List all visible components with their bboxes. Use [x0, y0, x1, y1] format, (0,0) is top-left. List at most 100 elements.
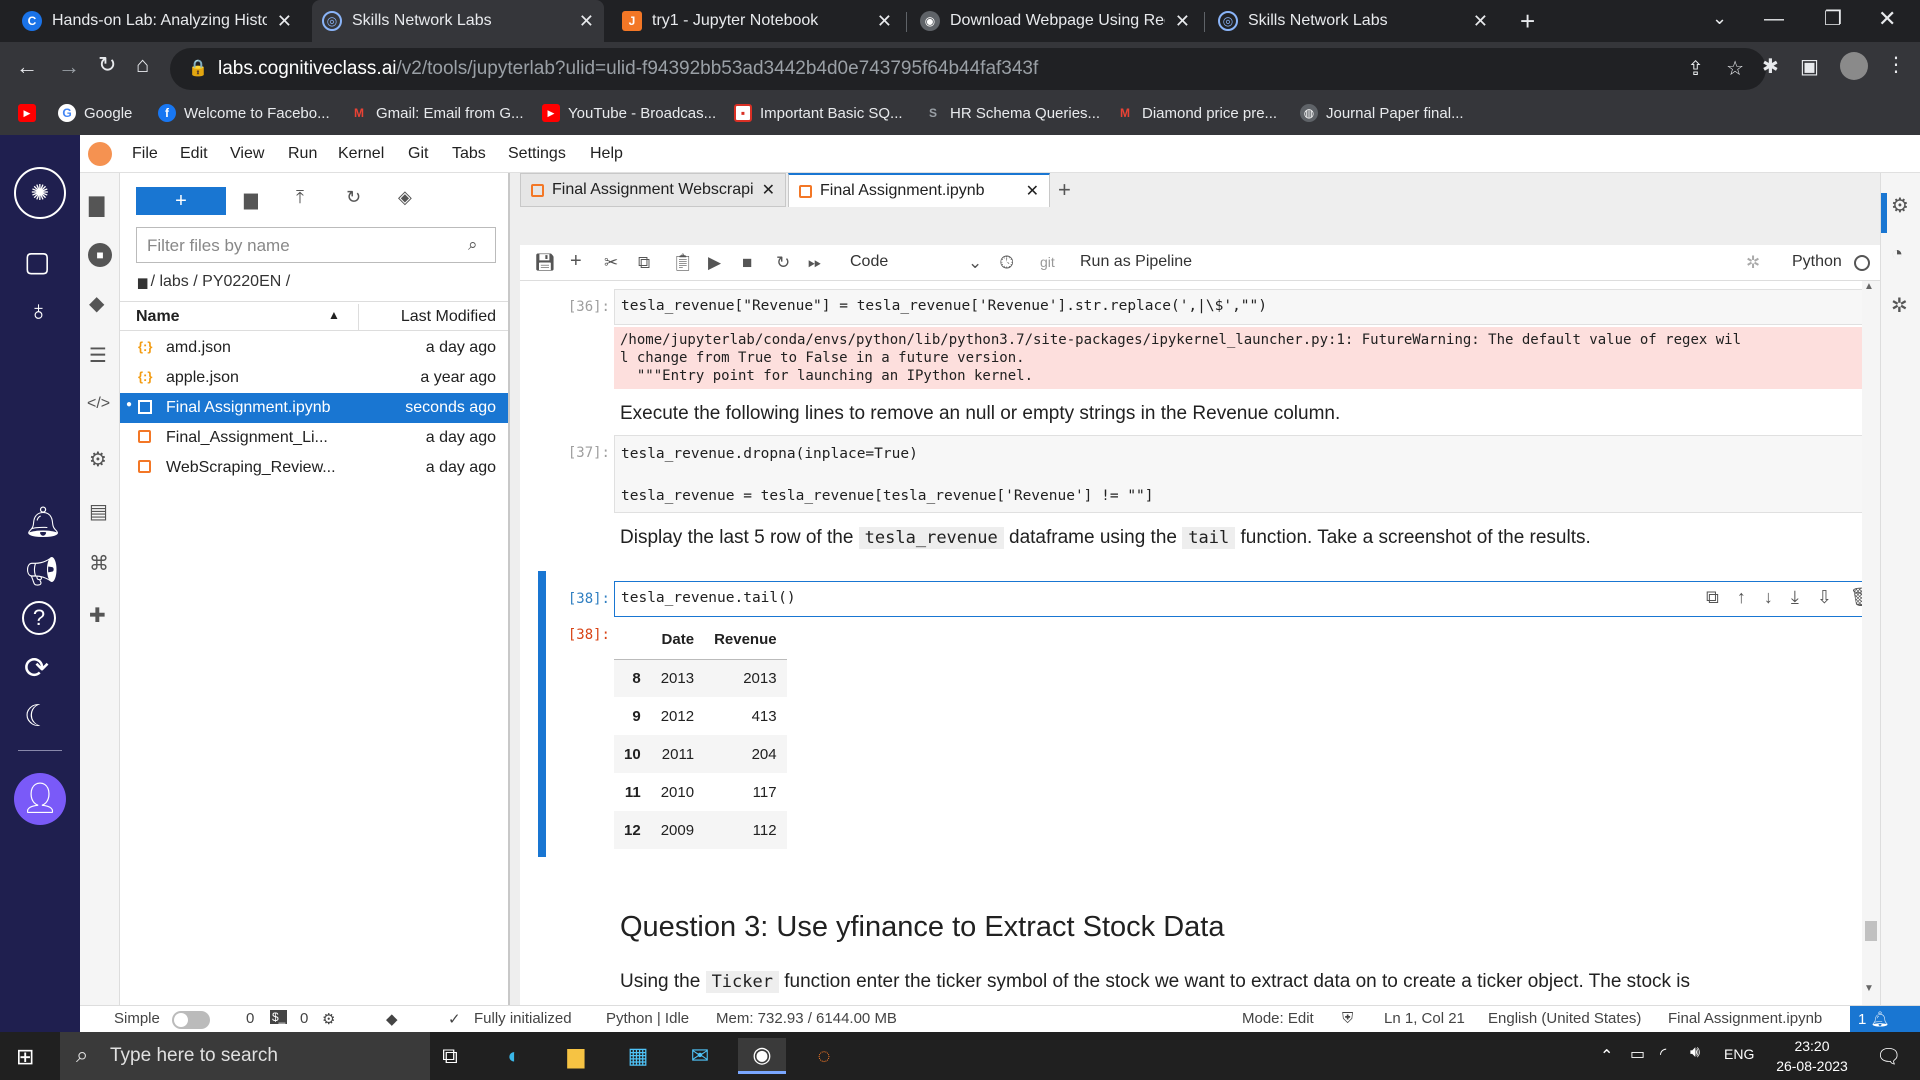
commands-icon[interactable]: ▤	[89, 499, 108, 524]
close-tab-icon[interactable]: ✕	[1175, 11, 1190, 32]
gauge-icon[interactable]: ◔	[1891, 243, 1903, 266]
address-bar[interactable]: 🔒 labs.cognitiveclass.ai/v2/tools/jupyte…	[170, 48, 1766, 90]
shield-icon[interactable]: ⛨	[1342, 1010, 1353, 1027]
stop-icon[interactable]: ■	[742, 253, 752, 273]
running-kernels-icon[interactable]: ■	[88, 243, 112, 267]
bookmark-youtube-broadcast[interactable]: ▶ YouTube - Broadcas...	[542, 104, 716, 122]
reload-icon[interactable]: ↻	[98, 52, 116, 78]
move-up-icon[interactable]: ↑	[1737, 587, 1746, 608]
bookmark-hr-schema[interactable]: S HR Schema Queries...	[924, 104, 1100, 122]
browser-tab-5[interactable]: ◎ Skills Network Labs ✕	[1208, 0, 1498, 42]
back-arrow-icon[interactable]: ←	[16, 54, 38, 80]
menu-git[interactable]: Git	[408, 145, 428, 163]
windows-start-icon[interactable]: ⊞	[16, 1044, 34, 1070]
table-of-contents-icon[interactable]: ☰	[89, 343, 107, 368]
browser-menu-icon[interactable]: ⋮	[1886, 52, 1906, 77]
close-tab-icon[interactable]: ✕	[1473, 11, 1488, 32]
bookmark-youtube[interactable]: ▶	[18, 104, 36, 122]
megaphone-icon[interactable]: 📢︎	[24, 555, 60, 588]
browser-tab-2[interactable]: ◎ Skills Network Labs ✕	[312, 0, 604, 42]
code-cell-37[interactable]: tesla_revenue.dropna(inplace=True) tesla_…	[614, 435, 1880, 513]
store-icon[interactable]: ▦	[614, 1038, 662, 1074]
terminal-count[interactable]: 0	[246, 1010, 254, 1027]
cursor-position[interactable]: Ln 1, Col 21	[1384, 1010, 1465, 1027]
side-panel-icon[interactable]: ▣	[1800, 54, 1819, 79]
file-row[interactable]: {:} apple.json a year ago	[120, 363, 508, 393]
run-as-pipeline-button[interactable]: Run as Pipeline	[1080, 253, 1192, 271]
spellcheck-language[interactable]: English (United States)	[1488, 1010, 1641, 1027]
folder-icon[interactable]: ▇	[89, 193, 104, 218]
bookmark-diamond[interactable]: M Diamond price pre...	[1116, 104, 1277, 122]
menu-settings[interactable]: Settings	[508, 145, 566, 163]
kernel-count[interactable]: 0	[300, 1010, 308, 1027]
file-row[interactable]: WebScraping_Review... a day ago	[120, 453, 508, 483]
upload-icon[interactable]: ⤒	[296, 187, 304, 208]
col-name[interactable]: Name	[136, 308, 180, 326]
puzzle-icon[interactable]: ✚	[89, 603, 106, 628]
file-row-selected[interactable]: ● Final Assignment.ipynb seconds ago	[120, 393, 508, 423]
restart-icon[interactable]: ↻	[776, 253, 790, 273]
menu-edit[interactable]: Edit	[180, 145, 208, 163]
git-status-icon[interactable]: ◆	[386, 1010, 398, 1028]
cell-type-select[interactable]: Code	[850, 253, 888, 271]
new-folder-icon[interactable]: ▆	[244, 189, 258, 210]
menu-kernel[interactable]: Kernel	[338, 145, 384, 163]
markdown-cell[interactable]: Using the Ticker function enter the tick…	[620, 971, 1690, 993]
tab-final-assignment-webscraping[interactable]: Final Assignment Webscrapi ✕	[520, 173, 786, 207]
help-icon[interactable]: ?	[22, 601, 56, 635]
home-icon[interactable]: ⌂	[136, 52, 149, 78]
menu-run[interactable]: Run	[288, 145, 317, 163]
bookmark-facebook[interactable]: f Welcome to Facebo...	[158, 104, 330, 122]
copy-icon[interactable]: ⧉	[638, 253, 650, 273]
duplicate-icon[interactable]: ⧉	[1706, 587, 1719, 608]
col-last-modified[interactable]: Last Modified	[401, 308, 496, 326]
maximize-button[interactable]: ❐	[1824, 6, 1842, 31]
cut-icon[interactable]: ✂	[604, 253, 618, 273]
chrome-icon[interactable]: ◉	[738, 1038, 786, 1074]
scroll-down-arrow-icon[interactable]: ▼	[1864, 983, 1874, 994]
browser-tab-4[interactable]: ◉ Download Webpage Using Requ ✕	[910, 0, 1200, 42]
moon-icon[interactable]: ☾	[24, 699, 51, 734]
clock[interactable]: 23:20 26-08-2023	[1770, 1036, 1854, 1076]
mail-icon[interactable]: ✉	[676, 1038, 724, 1074]
code-cell-38[interactable]: tesla_revenue.tail()	[614, 581, 1880, 617]
git-icon[interactable]: ◆	[89, 291, 104, 316]
lsp-status[interactable]: Fully initialized	[474, 1010, 572, 1027]
clock-icon[interactable]: 🕓︎	[1000, 253, 1013, 273]
wifi-icon[interactable]: ◜	[1660, 1044, 1666, 1064]
profile-avatar[interactable]	[1840, 52, 1868, 80]
code-snippets-icon[interactable]: </>	[87, 395, 110, 413]
file-explorer-icon[interactable]: ▆	[552, 1038, 600, 1074]
battery-icon[interactable]: ▭	[1630, 1044, 1645, 1064]
file-row[interactable]: Final_Assignment_Li... a day ago	[120, 423, 508, 453]
browser-tab-1[interactable]: C Hands-on Lab: Analyzing Historic ✕	[12, 0, 302, 42]
bug-icon[interactable]: ✲	[1746, 253, 1760, 273]
simple-mode-toggle[interactable]	[172, 1011, 210, 1029]
markdown-cell[interactable]: Execute the following lines to remove an…	[620, 403, 1340, 425]
code-cell-36[interactable]: tesla_revenue["Revenue"] = tesla_revenue…	[614, 289, 1880, 325]
save-icon[interactable]: 💾︎	[534, 253, 556, 273]
kernel-state[interactable]: Python | Idle	[606, 1010, 689, 1027]
bookmark-journal[interactable]: ◍ Journal Paper final...	[1300, 104, 1464, 122]
menu-help[interactable]: Help	[590, 145, 623, 163]
close-icon[interactable]: ✕	[1026, 181, 1039, 201]
tab-search-chevron-icon[interactable]: ⌄	[1712, 8, 1727, 29]
close-tab-icon[interactable]: ✕	[579, 11, 594, 32]
window-close-button[interactable]: ✕	[1878, 6, 1896, 32]
refresh-icon[interactable]: ↻	[346, 187, 361, 208]
chat-icon[interactable]: ▢	[24, 245, 50, 278]
bookmark-google[interactable]: G Google	[58, 104, 132, 122]
extensions-icon[interactable]: ⌘	[89, 551, 109, 576]
git-clone-icon[interactable]: ◈	[398, 187, 412, 208]
menu-view[interactable]: View	[230, 145, 264, 163]
close-tab-icon[interactable]: ✕	[277, 11, 292, 32]
git-label[interactable]: git	[1040, 254, 1055, 270]
notification-badge[interactable]: 1 🔔︎	[1850, 1006, 1920, 1033]
user-avatar-icon[interactable]: 👤︎	[14, 773, 66, 825]
move-down-icon[interactable]: ↓	[1764, 587, 1773, 608]
insert-below-icon[interactable]: ⇩	[1817, 587, 1832, 608]
edge-icon[interactable]: ◐	[490, 1038, 538, 1074]
fast-forward-icon[interactable]: ⏩︎	[808, 253, 822, 273]
new-tab-plus-button[interactable]: +	[1058, 177, 1071, 203]
forward-arrow-icon[interactable]: →	[58, 54, 80, 80]
